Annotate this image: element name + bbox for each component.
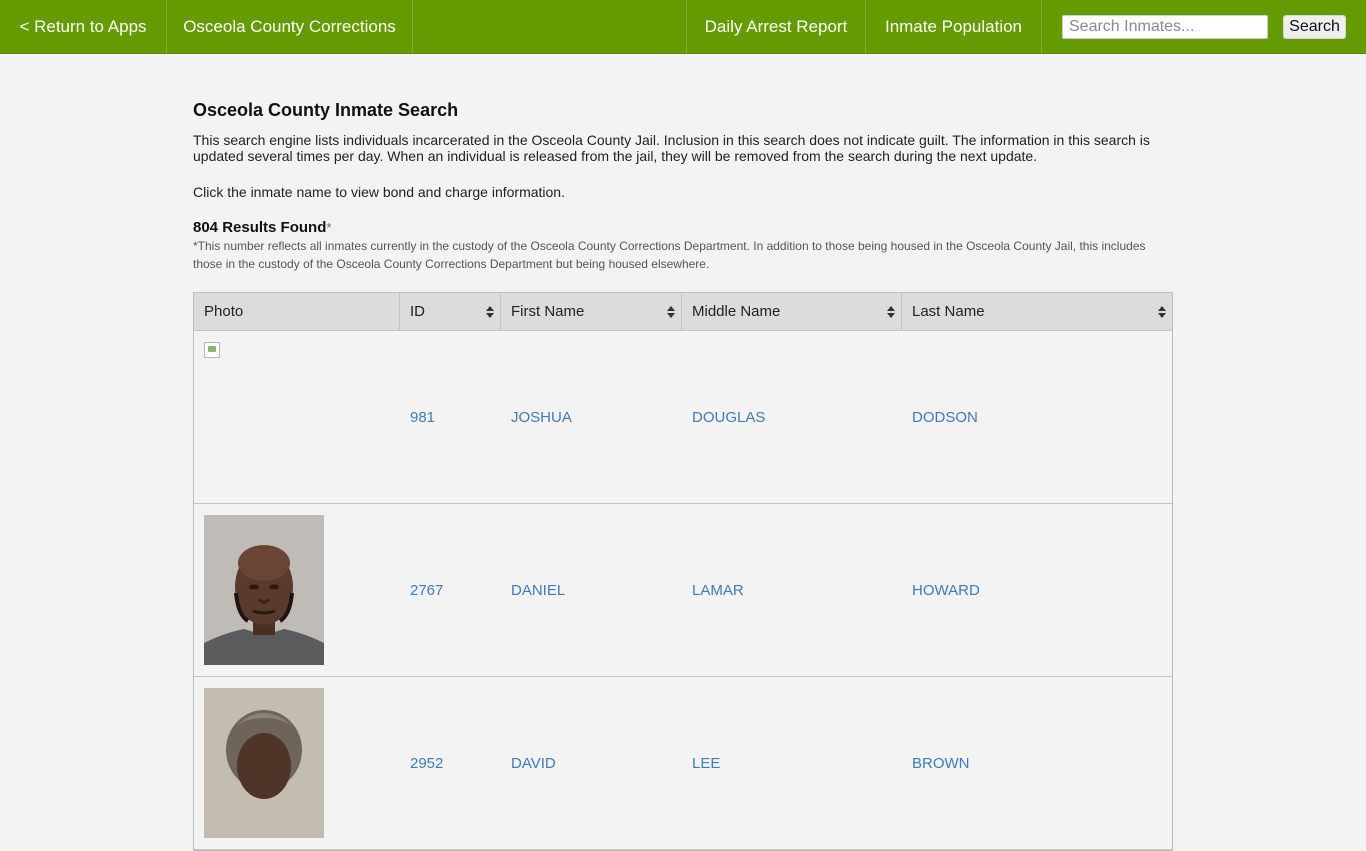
last-name-cell: HOWARD: [902, 504, 1172, 676]
broken-image-icon[interactable]: [204, 342, 220, 358]
photo-cell: [194, 677, 400, 849]
id-cell: 2952: [400, 677, 501, 849]
middle-name-cell: DOUGLAS: [682, 331, 902, 503]
inmate-table: Photo ID First Name Middle Name Last Nam…: [193, 292, 1173, 851]
top-navbar: < Return to Apps Osceola County Correcti…: [0, 0, 1366, 54]
search-input[interactable]: [1062, 15, 1268, 39]
last-name-link[interactable]: DODSON: [912, 409, 978, 426]
inmate-population-link[interactable]: Inmate Population: [866, 0, 1041, 53]
sort-icon[interactable]: [887, 306, 895, 318]
results-asterisk: *: [326, 220, 332, 235]
nav-divider: [1041, 0, 1042, 53]
middle-name-cell: LAMAR: [682, 504, 902, 676]
click-hint-text: Click the inmate name to view bond and c…: [193, 184, 565, 200]
search-button[interactable]: Search: [1283, 15, 1346, 39]
photo-cell: [194, 331, 400, 503]
intro-text: This search engine lists individuals inc…: [193, 132, 1150, 164]
table-row: 981 JOSHUA DOUGLAS DODSON: [194, 331, 1172, 504]
column-header-label: Photo: [204, 303, 244, 320]
table-header: Photo ID First Name Middle Name Last Nam…: [194, 293, 1172, 331]
sort-icon[interactable]: [1158, 306, 1166, 318]
column-header-label: ID: [410, 303, 425, 320]
id-cell: 981: [400, 331, 501, 503]
page-title: Osceola County Inmate Search: [193, 100, 459, 120]
results-footnote: *This number reflects all inmates curren…: [193, 239, 1146, 271]
inmate-id-link[interactable]: 981: [410, 409, 435, 426]
inmate-id-link[interactable]: 2952: [410, 755, 443, 772]
first-name-cell: JOSHUA: [501, 331, 682, 503]
daily-arrest-report-link[interactable]: Daily Arrest Report: [687, 0, 865, 53]
nav-divider: [412, 0, 413, 53]
column-header-last-name[interactable]: Last Name: [902, 293, 1172, 330]
results-count-text: 804 Results Found: [193, 219, 327, 236]
column-header-id[interactable]: ID: [400, 293, 501, 330]
middle-name-cell: LEE: [682, 677, 902, 849]
results-count: 804 Results Found*: [193, 219, 331, 236]
last-name-cell: BROWN: [902, 677, 1172, 849]
column-header-middle-name[interactable]: Middle Name: [682, 293, 902, 330]
middle-name-link[interactable]: LAMAR: [692, 582, 744, 599]
last-name-link[interactable]: HOWARD: [912, 582, 980, 599]
column-header-label: First Name: [511, 303, 585, 320]
inmate-id-link[interactable]: 2767: [410, 582, 443, 599]
middle-name-link[interactable]: LEE: [692, 755, 720, 772]
column-header-label: Last Name: [912, 303, 985, 320]
return-to-apps-link[interactable]: < Return to Apps: [0, 0, 166, 53]
table-row: 2952 DAVID LEE BROWN: [194, 677, 1172, 850]
middle-name-link[interactable]: DOUGLAS: [692, 409, 765, 426]
brand-link[interactable]: Osceola County Corrections: [167, 0, 412, 53]
column-header-label: Middle Name: [692, 303, 781, 320]
last-name-cell: DODSON: [902, 331, 1172, 503]
photo-cell: [194, 504, 400, 676]
first-name-cell: DAVID: [501, 677, 682, 849]
mugshot-photo[interactable]: [204, 515, 324, 665]
id-cell: 2767: [400, 504, 501, 676]
first-name-link[interactable]: JOSHUA: [511, 409, 572, 426]
sort-icon[interactable]: [486, 306, 494, 318]
column-header-first-name[interactable]: First Name: [501, 293, 682, 330]
last-name-link[interactable]: BROWN: [912, 755, 970, 772]
mugshot-photo[interactable]: [204, 688, 324, 838]
column-header-photo: Photo: [194, 293, 400, 330]
table-row: 2767 DANIEL LAMAR HOWARD: [194, 504, 1172, 677]
first-name-link[interactable]: DANIEL: [511, 582, 565, 599]
first-name-cell: DANIEL: [501, 504, 682, 676]
sort-icon[interactable]: [667, 306, 675, 318]
first-name-link[interactable]: DAVID: [511, 755, 556, 772]
